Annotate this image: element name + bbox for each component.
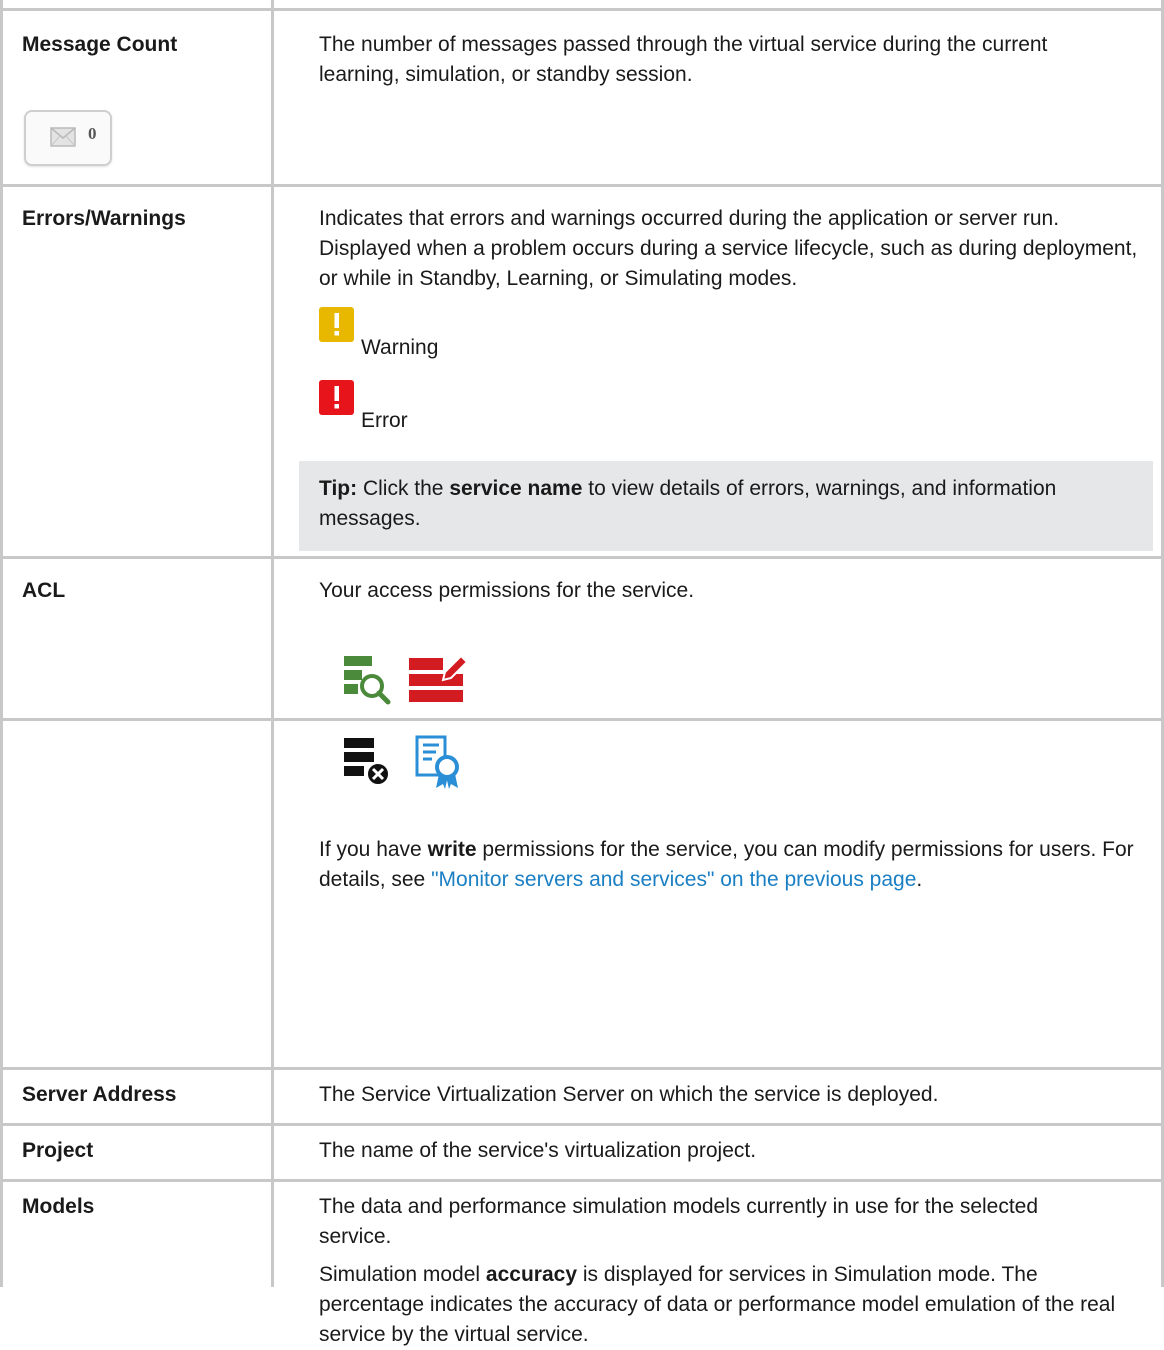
row-description-models: The data and performance simulation mode… xyxy=(319,1195,1039,1248)
warning-icon xyxy=(319,307,354,342)
server-no-access-icon xyxy=(344,738,390,786)
table-border-left xyxy=(0,0,3,1287)
tip-text: Tip: Click the service name to view deta… xyxy=(319,477,1057,530)
monitor-servers-link[interactable]: "Monitor servers and services" on the pr… xyxy=(431,868,916,891)
row-divider xyxy=(0,1067,1164,1070)
acl-note: If you have write permissions for the se… xyxy=(319,838,1134,891)
row-divider xyxy=(0,1123,1164,1126)
envelope-icon xyxy=(50,127,76,147)
row-description-message-count: The number of messages passed through th… xyxy=(319,33,1048,86)
row-label-acl: ACL xyxy=(22,579,66,602)
row-divider xyxy=(0,184,1164,187)
row-label-project: Project xyxy=(22,1139,94,1162)
row-description-errors-warnings: Indicates that errors and warnings occur… xyxy=(319,207,1138,290)
row-description-server-address: The Service Virtualization Server on whi… xyxy=(319,1083,939,1106)
tip-emphasis: service name xyxy=(449,477,583,500)
error-icon xyxy=(319,380,354,415)
properties-table: Message Count 0 The number of messages p… xyxy=(0,0,1164,1346)
error-label: Error xyxy=(361,409,408,432)
table-column-divider xyxy=(271,0,274,1287)
row-label-server-address: Server Address xyxy=(22,1083,177,1106)
row-description-acl: Your access permissions for the service. xyxy=(319,579,695,602)
row-divider xyxy=(0,718,1164,721)
row-divider xyxy=(0,556,1164,559)
row-divider xyxy=(0,1179,1164,1182)
message-count-value: 0 xyxy=(88,124,97,143)
owner-certificate-icon xyxy=(415,735,459,789)
warning-label: Warning xyxy=(361,336,439,359)
tip-prefix: Tip: xyxy=(319,477,358,500)
server-write-icon xyxy=(409,654,469,702)
row-description-project: The name of the service's virtualization… xyxy=(319,1139,757,1162)
models-accuracy-emphasis: accuracy xyxy=(485,1263,577,1286)
table-border-top xyxy=(0,8,1164,11)
row-label-errors-warnings: Errors/Warnings xyxy=(22,207,186,230)
server-read-icon xyxy=(344,656,391,705)
row-label-models: Models xyxy=(22,1195,95,1218)
acl-note-emphasis: write xyxy=(427,838,477,861)
tip-box: Tip: Click the service name to view deta… xyxy=(299,461,1153,551)
message-count-badge: 0 xyxy=(24,110,112,166)
row-label-message-count: Message Count xyxy=(22,33,178,56)
models-accuracy-note: Simulation model accuracy is displayed f… xyxy=(319,1263,1116,1346)
